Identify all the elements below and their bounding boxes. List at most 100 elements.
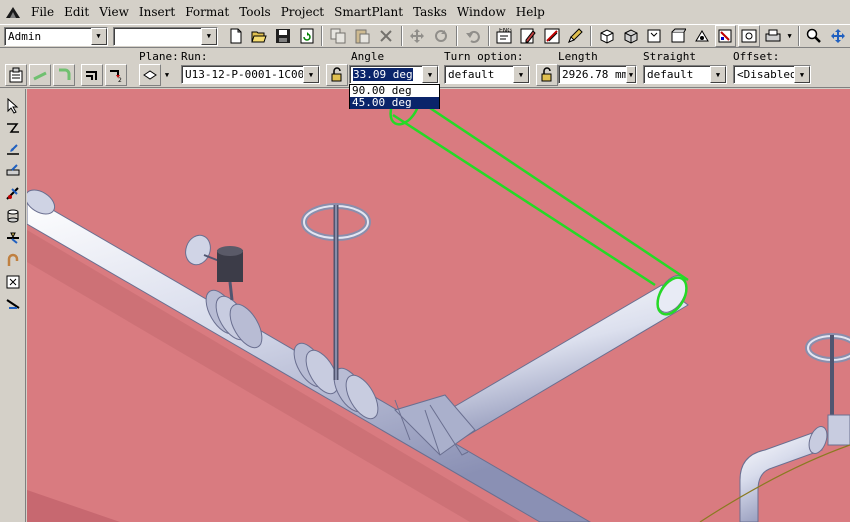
right-pipe-assembly[interactable] [739, 333, 850, 522]
chevron-down-icon[interactable]: ▼ [710, 66, 726, 83]
print-icon [765, 29, 781, 42]
edit-button[interactable] [517, 25, 539, 47]
angle-dropdown-list[interactable]: 90.00 deg 45.00 deg [349, 84, 440, 109]
menu-insert[interactable]: Insert [134, 0, 180, 24]
run-combo[interactable]: U13-12-P-0001-1C0031 ▼ [181, 65, 320, 84]
route-pipe-icon [7, 123, 19, 133]
edit-icon [520, 28, 536, 44]
ribbon-elbow-button[interactable] [81, 64, 103, 86]
view-button-6[interactable] [714, 25, 737, 47]
angle-lock-button[interactable] [326, 64, 348, 86]
view-button-1[interactable] [596, 25, 618, 47]
copy-button[interactable] [327, 25, 349, 47]
measure-button[interactable] [541, 25, 563, 47]
select-button[interactable] [3, 96, 23, 116]
view-button-4[interactable] [667, 25, 689, 47]
chevron-down-icon[interactable]: ▼ [303, 66, 319, 83]
ribbon-properties-button[interactable] [5, 64, 27, 86]
filter-combo[interactable]: ▼ [113, 26, 218, 46]
chevron-down-icon[interactable]: ▼ [422, 66, 438, 83]
menu-view[interactable]: View [94, 0, 134, 24]
menu-format[interactable]: Format [180, 0, 234, 24]
chevron-down-icon[interactable]: ▼ [785, 25, 795, 47]
insert-split-button[interactable] [3, 272, 23, 292]
menu-smartplant[interactable]: SmartPlant [329, 0, 408, 24]
lock-icon [541, 67, 552, 82]
toolbar-separator [400, 26, 403, 46]
move-icon [410, 29, 425, 43]
print-button[interactable] [762, 25, 784, 47]
toolbar-separator [321, 26, 324, 46]
ribbon-bend-button[interactable] [53, 64, 75, 86]
zoom-button[interactable] [804, 25, 826, 47]
branch-pipe[interactable] [439, 284, 689, 438]
menu-tasks[interactable]: Tasks [408, 0, 452, 24]
menu-file[interactable]: File [26, 0, 59, 24]
view-button-2[interactable] [620, 25, 642, 47]
app-logo-icon[interactable] [4, 3, 22, 21]
offset-value: <Disabled> [737, 68, 794, 81]
menu-project[interactable]: Project [276, 0, 329, 24]
pencil-button[interactable] [565, 25, 587, 47]
refresh-button[interactable] [296, 25, 318, 47]
open-button[interactable] [248, 25, 270, 47]
routed-pipe-preview [389, 89, 689, 316]
length-lock-button[interactable] [536, 64, 558, 86]
length-combo[interactable]: 2926.78 mm ▼ [558, 65, 637, 84]
view-icon-4 [671, 28, 687, 43]
straight-combo[interactable]: default ▼ [643, 65, 727, 84]
insert-tap-button[interactable] [3, 184, 23, 204]
angle-option-selected[interactable]: 45.00 deg [350, 97, 439, 109]
delete-button[interactable] [375, 25, 397, 47]
pan-button[interactable] [827, 25, 849, 47]
insert-component-button[interactable] [3, 140, 23, 160]
measure-icon [544, 28, 560, 44]
route-pipe-button[interactable] [3, 118, 23, 138]
angle-combo[interactable]: 33.09 deg ▼ [349, 65, 439, 84]
graphic-view[interactable] [27, 89, 850, 522]
ribbon-route-button[interactable] [29, 64, 51, 86]
chevron-down-icon[interactable]: ▼ [626, 66, 636, 83]
insert-specialty-icon [6, 164, 20, 176]
save-button[interactable] [272, 25, 294, 47]
menu-tools[interactable]: Tools [234, 0, 276, 24]
chevron-down-icon[interactable]: ▼ [794, 66, 810, 83]
chevron-down-icon[interactable]: ▼ [90, 27, 107, 45]
offset-combo[interactable]: <Disabled> ▼ [733, 65, 811, 84]
insert-tag-button[interactable] [3, 228, 23, 248]
chevron-down-icon[interactable]: ▼ [200, 27, 217, 45]
chevron-down-icon[interactable]: ▼ [513, 66, 529, 83]
chevron-down-icon[interactable]: ▼ [162, 64, 172, 86]
save-icon [275, 29, 290, 43]
undo-button[interactable] [462, 25, 484, 47]
new-button[interactable] [225, 25, 247, 47]
menu-edit[interactable]: Edit [59, 0, 94, 24]
view-button-5[interactable] [691, 25, 713, 47]
flow-direction-icon: 2 [110, 70, 122, 83]
svg-text:ENG: ENG [499, 28, 512, 34]
move-button[interactable] [407, 25, 429, 47]
turn-option-combo[interactable]: default ▼ [444, 65, 530, 84]
turn-option-value: default [448, 68, 495, 81]
insert-bend-button[interactable] [3, 250, 23, 270]
ribbon-flow-button[interactable]: 2 [105, 64, 127, 86]
view-button-7[interactable] [738, 25, 760, 47]
view-button-3[interactable] [644, 25, 666, 47]
insert-support-button[interactable] [3, 206, 23, 226]
paste-button[interactable] [351, 25, 373, 47]
toolbar-separator [487, 26, 490, 46]
refresh-icon [300, 28, 314, 44]
insert-feature-button[interactable] [3, 294, 23, 314]
toolbar-separator [797, 26, 800, 46]
plane-button[interactable] [139, 64, 161, 86]
rotate-button[interactable] [430, 25, 452, 47]
straight-label: Straight [643, 50, 696, 63]
properties-button[interactable]: ENG [494, 25, 516, 47]
elbow-icon [86, 71, 97, 80]
insert-specialty-button[interactable] [3, 162, 23, 182]
menu-help[interactable]: Help [511, 0, 550, 24]
permission-group-value: Admin [8, 29, 42, 43]
undo-icon [465, 30, 480, 43]
permission-group-combo[interactable]: Admin ▼ [4, 26, 108, 46]
menu-window[interactable]: Window [452, 0, 511, 24]
